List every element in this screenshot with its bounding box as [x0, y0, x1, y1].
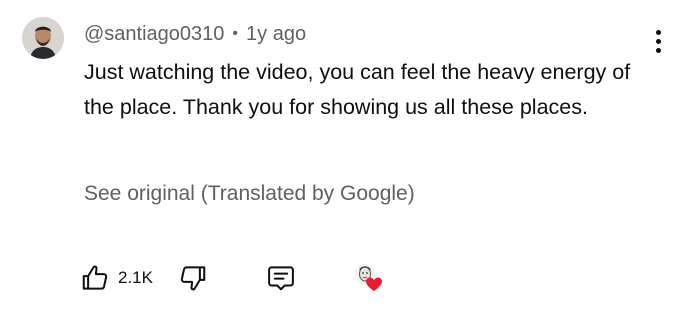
comment-text: Just watching the video, you can feel th…: [84, 60, 631, 119]
like-button[interactable]: 2.1K: [80, 258, 153, 298]
reply-button[interactable]: [266, 258, 296, 298]
comment-card: @santiago0310 • 1y ago Just watching the…: [0, 0, 700, 314]
dislike-button[interactable]: [178, 258, 208, 298]
comment-time[interactable]: 1y ago: [246, 23, 306, 46]
thumbs-up-icon: [82, 265, 108, 290]
comment-actions: 2.1K: [80, 258, 410, 298]
see-original-link[interactable]: See original (Translated by Google): [84, 182, 415, 206]
thumbs-down-icon: [180, 266, 206, 291]
more-options-icon[interactable]: [645, 25, 671, 57]
meta-separator: •: [232, 25, 239, 42]
avatar[interactable]: [22, 17, 64, 59]
comment-header: @santiago0310 • 1y ago: [84, 20, 306, 48]
creator-heart-badge: [352, 258, 386, 298]
like-count: 2.1K: [118, 268, 153, 287]
author-handle[interactable]: @santiago0310: [84, 23, 224, 46]
avatar-image: [22, 17, 64, 59]
comment-icon: [268, 266, 294, 291]
creator-heart-icon: [355, 264, 382, 291]
